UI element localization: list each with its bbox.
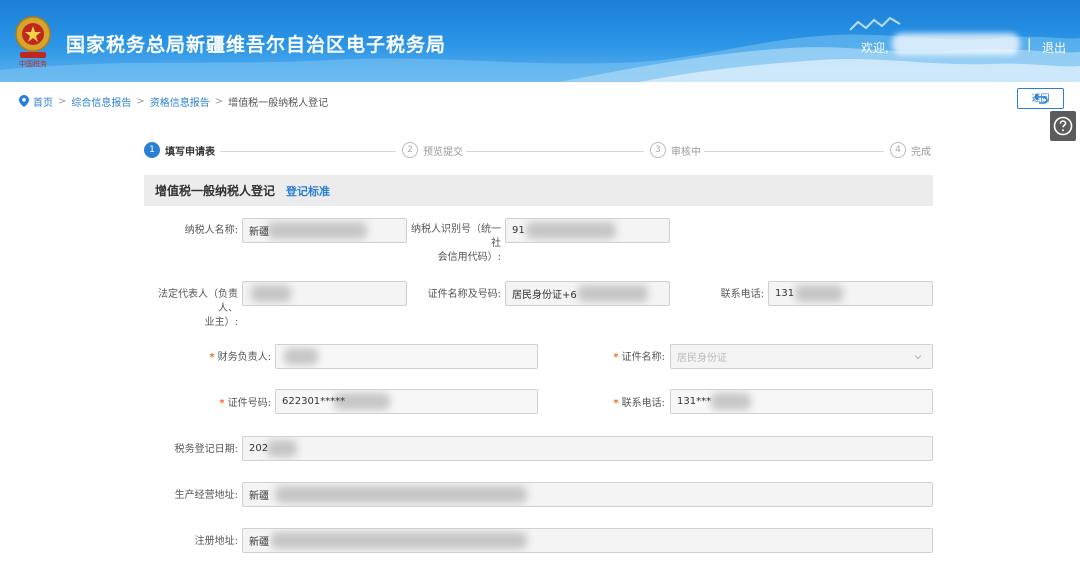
breadcrumb: 首页 > 综合信息报告 > 资格信息报告 > 增值税一般纳税人登记 (19, 93, 328, 109)
cert-name-select[interactable]: 居民身份证 (670, 344, 933, 369)
step-under-review: 3 审核中 (650, 142, 701, 158)
location-pin-icon (19, 95, 29, 107)
taxpayer-id-label-line1: 纳税人识别号（统一社 (411, 224, 501, 249)
cert-name-no-field: 居民身份证+6 (505, 281, 670, 306)
legal-rep-label-line1: 法定代表人（负责人、 (158, 289, 238, 314)
step-label: 审核中 (671, 146, 701, 158)
cert-no-input[interactable]: 622301***** (275, 389, 538, 414)
back-button[interactable]: 返回 (1017, 88, 1064, 109)
step-label: 填写申请表 (165, 146, 215, 158)
chevron-down-icon (914, 355, 922, 360)
taxpayer-name-label: 纳税人名称: (184, 225, 238, 236)
reg-date-field: 202 (242, 436, 933, 461)
step-label: 预览提交 (423, 146, 463, 158)
registration-standard-link[interactable]: 登记标准 (286, 183, 330, 199)
cert-no-label-text: 证件号码: (227, 398, 271, 409)
redacted-mask (526, 222, 616, 239)
required-asterisk: * (209, 352, 215, 363)
site-title: 国家税务总局新疆维吾尔自治区电子税务局 (66, 34, 447, 56)
contact-phone-label: 联系电话: (720, 289, 764, 300)
finance-person-label: * 财务负责人: (180, 351, 271, 365)
redacted-mask (795, 285, 843, 302)
breadcrumb-qualification-report[interactable]: 资格信息报告 (150, 94, 210, 109)
logout-link[interactable]: 退出 (1042, 39, 1066, 56)
legal-rep-label-line2: 业主）: (204, 317, 238, 328)
redacted-mask (284, 348, 318, 365)
section-header: 增值税一般纳税人登记 登记标准 (144, 175, 933, 206)
required-asterisk: * (613, 398, 619, 409)
cert-name-no-label: 证件名称及号码: (427, 289, 501, 300)
cert-name-label-text: 证件名称: (621, 352, 665, 363)
redacted-mask (267, 222, 367, 239)
finance-phone-label-text: 联系电话: (621, 398, 665, 409)
taxpayer-name-field: 新疆 (242, 218, 407, 243)
registered-address-value: 新疆 (249, 537, 269, 548)
step-complete: 4 完成 (890, 142, 931, 158)
cert-no-label: * 证件号码: (190, 397, 271, 411)
step-fill-form: 1 填写申请表 (144, 142, 215, 158)
step-number: 3 (650, 142, 666, 158)
breadcrumb-home[interactable]: 首页 (33, 94, 53, 109)
cert-name-value: 居民身份证 (677, 353, 727, 364)
redacted-mask (275, 486, 527, 503)
finance-phone-value: 131*** (677, 396, 712, 407)
contact-phone-field: 131 (768, 281, 933, 306)
redacted-mask (711, 393, 751, 410)
legal-rep-field (242, 281, 407, 306)
step-number: 1 (144, 142, 160, 158)
finance-person-label-text: 财务负责人: (217, 352, 271, 363)
tax-emblem-icon: 中国税务 (15, 16, 51, 68)
contact-phone-value: 131 (775, 288, 795, 299)
username-redacted (892, 33, 1020, 55)
step-preview-submit: 2 预览提交 (402, 142, 463, 158)
finance-person-input[interactable] (275, 344, 538, 369)
taxpayer-id-value: 91 (512, 225, 525, 236)
redacted-mask (267, 440, 297, 457)
step-number: 4 (890, 142, 906, 158)
top-banner: 中国税务 国家税务总局新疆维吾尔自治区电子税务局 欢迎, | 退出 (0, 0, 1080, 82)
breadcrumb-info-report[interactable]: 综合信息报告 (71, 94, 131, 109)
step-number: 2 (402, 142, 418, 158)
step-label: 完成 (911, 146, 931, 158)
business-address-label: 生产经营地址: (174, 490, 238, 501)
taxpayer-id-label: 纳税人识别号（统一社 会信用代码）: (408, 223, 501, 265)
required-asterisk: * (219, 398, 225, 409)
reg-date-label: 税务登记日期: (174, 444, 238, 455)
redacted-mask (271, 532, 527, 549)
help-button[interactable] (1050, 111, 1076, 141)
svg-text:中国税务: 中国税务 (19, 59, 47, 68)
finance-phone-label: * 联系电话: (580, 397, 665, 411)
step-connector (220, 151, 396, 152)
business-address-value: 新疆 (249, 491, 269, 502)
back-button-label: 返回 (1031, 93, 1050, 104)
section-title: 增值税一般纳税人登记 (155, 184, 276, 198)
business-address-field: 新疆 (242, 482, 933, 507)
cert-name-no-value: 居民身份证+6 (512, 290, 577, 301)
step-connector (466, 151, 644, 152)
required-asterisk: * (613, 352, 619, 363)
cert-no-value: 622301***** (282, 396, 346, 407)
redacted-mask (251, 285, 291, 302)
header-divider: | (1027, 37, 1032, 52)
taxpayer-name-value: 新疆 (249, 227, 269, 238)
taxpayer-id-field: 91 (505, 218, 670, 243)
registered-address-field: 新疆 (242, 528, 933, 553)
step-connector (704, 151, 884, 152)
progress-steps: 1 填写申请表 2 预览提交 3 审核中 4 完成 (144, 142, 934, 162)
breadcrumb-separator: > (136, 95, 145, 107)
registered-address-label: 注册地址: (194, 536, 238, 547)
redacted-mask (578, 285, 648, 302)
finance-phone-input[interactable]: 131*** (670, 389, 933, 414)
taxpayer-id-label-line2: 会信用代码）: (437, 252, 501, 263)
breadcrumb-current: 增值税一般纳税人登记 (228, 97, 329, 109)
reg-date-value: 202 (249, 443, 269, 454)
breadcrumb-separator: > (58, 95, 67, 107)
question-circle-icon (1053, 116, 1073, 136)
legal-rep-label: 法定代表人（负责人、 业主）: (140, 288, 238, 330)
breadcrumb-separator: > (214, 95, 224, 107)
welcome-text: 欢迎, (861, 41, 889, 55)
cert-name-label: * 证件名称: (580, 351, 665, 365)
